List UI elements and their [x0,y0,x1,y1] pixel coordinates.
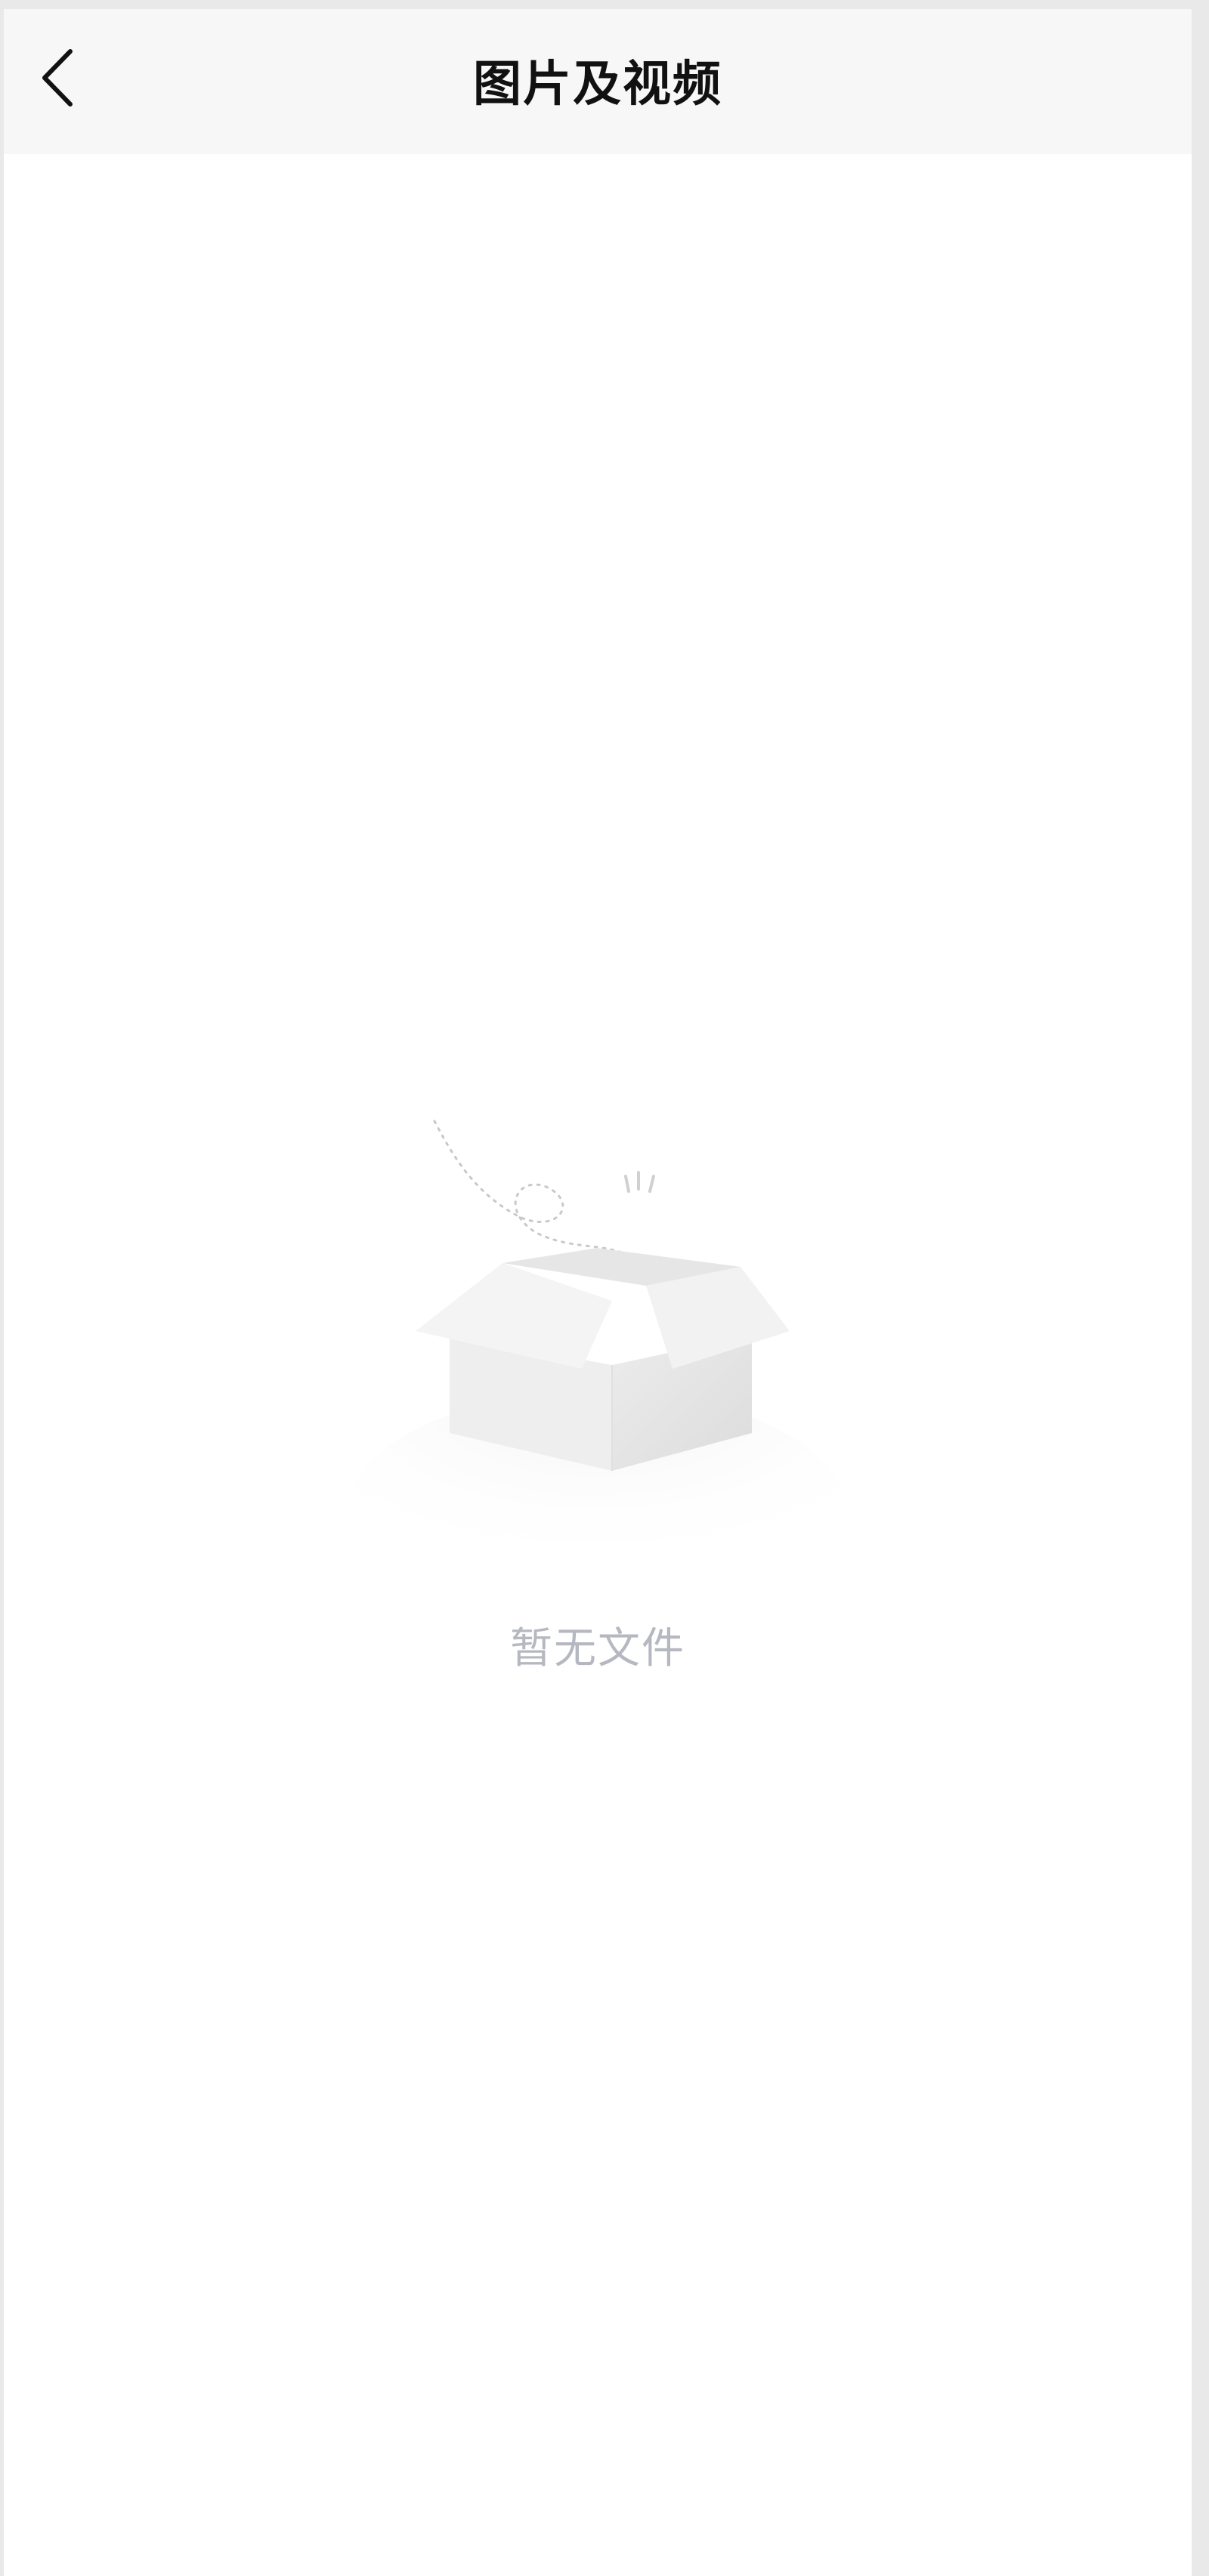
back-button[interactable] [34,36,102,119]
empty-state-message: 暂无文件 [510,1624,685,1673]
page-title: 图片及视频 [473,57,722,113]
chevron-left-icon [42,49,73,107]
navigation-bar: 图片及视频 [4,9,1192,154]
app-screen: 图片及视频 暂无文件 [4,9,1192,2576]
empty-open-box-icon [348,1120,846,1558]
